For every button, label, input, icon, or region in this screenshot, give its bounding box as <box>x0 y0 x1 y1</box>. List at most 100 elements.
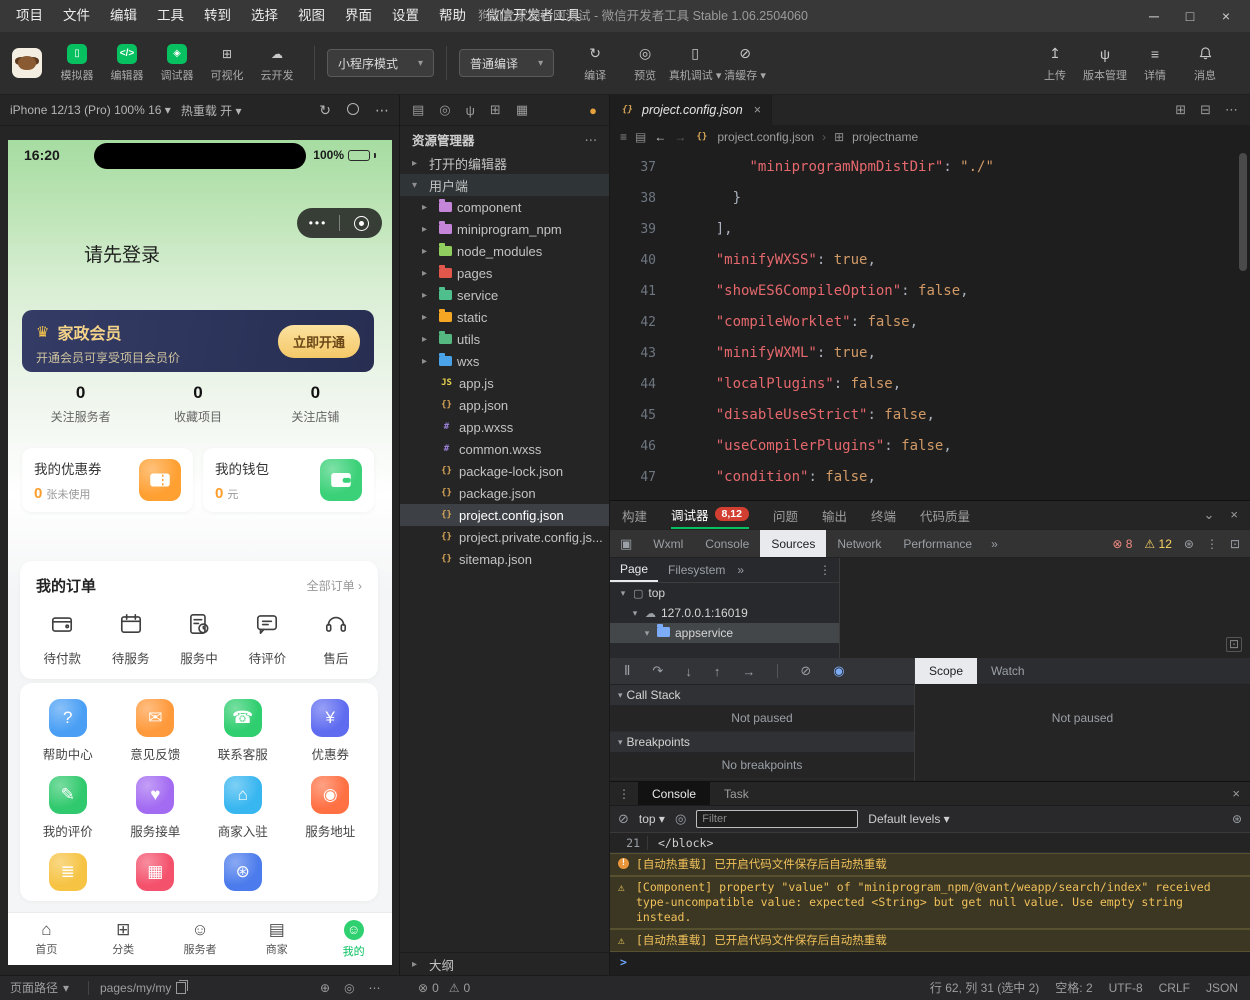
toolbar-button[interactable]: ψ 版本管理 <box>1080 44 1130 83</box>
service-item[interactable]: ¥ 优惠券 <box>287 699 375 763</box>
devtools-tab[interactable]: Performance <box>892 530 983 557</box>
record-icon[interactable] <box>347 102 359 118</box>
explorer-file[interactable]: {} sitemap.json <box>400 548 609 570</box>
more-icon[interactable]: ⋯ <box>1225 102 1238 118</box>
open-editors-section[interactable]: ▸ 打开的编辑器 <box>400 152 609 174</box>
phone-tab[interactable]: ⊞ 分类 <box>85 913 162 965</box>
console-prompt[interactable]: > <box>610 952 1250 972</box>
step-into-icon[interactable]: ↓ <box>685 664 692 679</box>
menu-item[interactable]: 编辑 <box>100 0 147 32</box>
step-over-icon[interactable]: ↷ <box>652 663 663 679</box>
code-line[interactable]: 47 "condition": false, <box>610 462 1250 493</box>
settings-icon[interactable]: ⊛ <box>1184 537 1194 551</box>
code-line[interactable]: 45 "disableUseStrict": false, <box>610 400 1250 431</box>
step-out-icon[interactable]: ↑ <box>714 664 721 679</box>
files-icon[interactable]: ▤ <box>412 102 424 118</box>
code-line[interactable]: 39 ], <box>610 214 1250 245</box>
split-editor-icon[interactable]: ⊞ <box>1175 102 1186 118</box>
more-icon[interactable]: ⋯ <box>375 102 389 119</box>
maximize-button[interactable]: □ <box>1172 0 1208 32</box>
minimize-button[interactable]: ─ <box>1136 0 1172 32</box>
order-status-item[interactable]: 待服务 <box>96 611 164 667</box>
scope-watch-tab[interactable]: Watch <box>977 658 1039 684</box>
stat-item[interactable]: 0 关注店铺 <box>257 383 374 425</box>
debugger-tab[interactable]: 输出 <box>822 501 847 529</box>
console-filter-input[interactable] <box>696 810 859 828</box>
asset-card[interactable]: 我的钱包 0元 <box>203 448 374 512</box>
compile-mode-select[interactable]: 普通编译 ▾ <box>459 49 555 77</box>
service-item[interactable]: ⌂ 商家入驻 <box>199 776 287 840</box>
forward-icon[interactable]: → <box>674 130 686 144</box>
menu-item[interactable]: 界面 <box>335 0 382 32</box>
breadcrumb-symbol[interactable]: projectname <box>852 130 918 144</box>
clear-console-icon[interactable]: ⊘ <box>618 811 629 827</box>
sources-tree-item[interactable]: ▾ ▢ top <box>610 583 839 603</box>
layout-icon[interactable]: ⊟ <box>1200 102 1211 118</box>
kebab-menu-icon[interactable]: ⋮ <box>610 787 638 801</box>
code-line[interactable]: 38 } <box>610 183 1250 214</box>
service-item[interactable]: ☎ 联系客服 <box>199 699 287 763</box>
cursor-position[interactable]: 行 62, 列 31 (选中 2) <box>930 976 1039 1000</box>
toolbar-button[interactable]: </> 编辑器 <box>102 43 152 83</box>
close-miniprogram-icon[interactable] <box>340 215 382 231</box>
asset-card[interactable]: 我的优惠券 0 张未使用 <box>22 448 193 512</box>
editor-scrollbar[interactable] <box>1239 153 1247 271</box>
devtools-tab[interactable]: Network <box>826 530 892 557</box>
npm-icon[interactable]: ▦ <box>516 102 528 118</box>
close-panel-icon[interactable]: × <box>1230 507 1238 523</box>
toolbar-button[interactable]: ↥ 上传 <box>1030 44 1080 83</box>
log-levels-select[interactable]: Default levels ▾ <box>868 812 949 826</box>
explorer-file[interactable]: {} package-lock.json <box>400 460 609 482</box>
device-toolbar-icon[interactable]: ▣ <box>610 536 642 552</box>
phone-tab[interactable]: ☺ 我的 <box>315 913 392 965</box>
deactivate-breakpoints-icon[interactable]: ⊘ <box>800 663 811 679</box>
context-select[interactable]: top ▾ <box>639 812 665 826</box>
menu-item[interactable]: 帮助 <box>429 0 476 32</box>
search-icon[interactable]: ◎ <box>439 102 450 118</box>
more-icon[interactable]: ⋯ <box>585 132 598 147</box>
breakpoints-section[interactable]: ▾ Breakpoints <box>610 732 914 753</box>
login-prompt[interactable]: 请先登录 <box>84 240 160 267</box>
toolbar-button[interactable]: ⊞ 可视化 <box>202 44 252 83</box>
settings-icon[interactable]: ⊛ <box>1232 812 1242 826</box>
sources-tab[interactable]: Filesystem <box>658 558 735 582</box>
encoding[interactable]: UTF-8 <box>1109 976 1143 1000</box>
service-item[interactable]: ▦ 套餐 <box>112 853 200 901</box>
kebab-menu-icon[interactable]: ⋮ <box>819 563 839 577</box>
close-tab-icon[interactable]: × <box>754 103 761 117</box>
explorer-file[interactable]: {} project.config.json <box>400 504 609 526</box>
breadcrumb-file[interactable]: project.config.json <box>717 130 814 144</box>
devtools-tab[interactable]: Sources <box>760 530 827 557</box>
outline-section[interactable]: ▸ 大纲 <box>400 952 609 975</box>
phone-tab[interactable]: ▤ 商家 <box>238 913 315 965</box>
debugger-tab[interactable]: 代码质量 <box>920 501 970 529</box>
phone-tab[interactable]: ⌂ 首页 <box>8 913 85 965</box>
sources-tree-item[interactable]: ▾ ☁ 127.0.0.1:16019 <box>610 603 839 623</box>
console-message[interactable]: ! [自动热重载] 已开启代码文件保存后自动热重载 <box>610 853 1250 876</box>
code-line[interactable]: 46 "useCompilerPlugins": false, <box>610 431 1250 462</box>
kebab-menu-icon[interactable]: ⋮ <box>1206 537 1218 551</box>
activate-membership-button[interactable]: 立即开通 <box>277 324 360 358</box>
more-tabs-icon[interactable]: » <box>737 563 744 577</box>
source-control-icon[interactable]: ψ <box>466 103 475 118</box>
service-item[interactable]: ⊛ 设置 <box>199 853 287 901</box>
code-line[interactable]: 44 "localPlugins": false, <box>610 369 1250 400</box>
sources-tab[interactable]: Page <box>610 558 659 582</box>
debugger-tab[interactable]: 调试器 8,12 <box>671 501 749 529</box>
code-line[interactable]: 42 "compileWorklet": false, <box>610 307 1250 338</box>
eye-icon[interactable]: ◎ <box>675 811 686 827</box>
service-item[interactable]: ♥ 服务接单 <box>112 776 200 840</box>
menu-item[interactable]: 视图 <box>288 0 335 32</box>
pause-icon[interactable]: Ⅱ <box>624 663 630 679</box>
hot-reload-toggle[interactable]: 热重载 开 ▾ <box>181 102 242 119</box>
eol-setting[interactable]: CRLF <box>1159 976 1190 1000</box>
menu-item[interactable]: 项目 <box>6 0 53 32</box>
step-icon[interactable]: → <box>742 664 755 679</box>
devtools-tab[interactable]: Console <box>694 530 760 557</box>
donate-icon[interactable]: ● <box>589 103 597 118</box>
explorer-folder[interactable]: ▸ component <box>400 196 609 218</box>
menu-item[interactable]: 设置 <box>382 0 429 32</box>
explorer-folder[interactable]: ▸ node_modules <box>400 240 609 262</box>
explorer-file[interactable]: JS app.js <box>400 372 609 394</box>
eye-icon[interactable]: ◎ <box>344 976 354 1000</box>
